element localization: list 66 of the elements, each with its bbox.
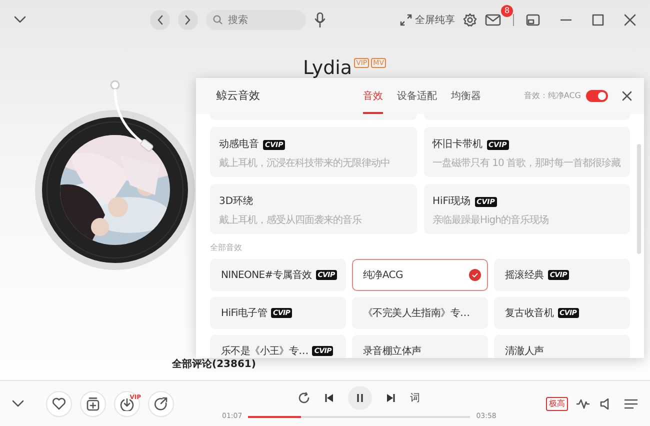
search-icon [213, 15, 223, 25]
share-button[interactable] [148, 390, 174, 416]
effect-name: NINEONE#专属音效 [221, 268, 312, 282]
add-icon [86, 396, 100, 410]
quality-button[interactable]: 极高 [546, 396, 568, 410]
panel-title: 鲸云音效 [216, 88, 260, 104]
effect-description: 一盘磁带只有 10 首歌，那时每一首都很珍藏 [432, 156, 621, 171]
expand-icon [400, 14, 412, 26]
effect-name: 录音棚立体声 [363, 344, 422, 358]
effect-name: 怀旧卡带机 [432, 138, 482, 152]
fullscreen-button[interactable]: 全屏纯享 [400, 12, 455, 28]
previous-button[interactable] [324, 393, 334, 404]
like-button[interactable] [46, 390, 72, 416]
comments-heading: 全部评论(23861) [172, 358, 256, 372]
heart-icon [52, 397, 66, 410]
effect-name: 清澈人声 [505, 344, 544, 358]
effect-description: 戴上耳机，感受从四面袭来的音乐 [219, 214, 362, 228]
effect-description: 戴上耳机，沉浸在科技带来的无限律动中 [219, 156, 391, 171]
tab[interactable]: 均衡器 [450, 78, 481, 114]
forward-button[interactable] [178, 10, 198, 30]
tab[interactable]: 设备适配 [396, 78, 437, 114]
collapse-button[interactable] [14, 16, 26, 24]
check-icon [469, 269, 481, 281]
effect-name: 动感电音 [219, 138, 259, 152]
repeat-button[interactable] [298, 392, 310, 404]
effect-card[interactable]: 3D环绕 戴上耳机，感受从四面袭来的音乐 [210, 184, 416, 234]
close-button[interactable] [624, 14, 636, 26]
effect-name: 摇滚经典 [505, 268, 544, 282]
playlist-button[interactable] [624, 398, 638, 410]
collapse-button[interactable] [12, 400, 24, 408]
effect-name: HiFi现场 [432, 195, 471, 209]
song-title: Lydia [303, 56, 352, 80]
sound-effect-button[interactable] [576, 398, 590, 410]
share-icon [154, 396, 168, 410]
mail-button[interactable] [485, 14, 501, 26]
add-to-playlist-button[interactable] [80, 390, 106, 416]
effect-name: 乐不是《小王》专… [221, 344, 308, 358]
effect-card[interactable]: 清澈人声 [494, 335, 630, 358]
settings-button[interactable] [463, 13, 477, 27]
close-button[interactable] [622, 91, 632, 101]
lyrics-button[interactable]: 词 [410, 390, 420, 406]
effect-description: 亲临最躁最High的音乐现场 [432, 214, 550, 228]
microphone-button[interactable] [314, 12, 326, 28]
pause-button[interactable] [348, 386, 372, 410]
pause-icon [357, 394, 364, 402]
effect-name: 《不完美人生指南》专… [363, 306, 470, 320]
search-field[interactable]: 搜索 [206, 10, 306, 30]
effect-toggle[interactable] [586, 90, 608, 102]
minimize-button[interactable] [560, 19, 572, 21]
effect-card[interactable]: 《不完美人生指南》专… [352, 297, 488, 329]
scrollbar[interactable] [637, 144, 641, 254]
effect-name: 纯净ACG [363, 268, 403, 282]
notification-badge: 8 [501, 5, 513, 17]
mini-player-button[interactable] [526, 14, 540, 26]
effect-card[interactable]: 录音棚立体声 [352, 335, 488, 358]
effect-card[interactable]: 纯净ACG [352, 259, 488, 291]
current-effect-label: 音效：纯净ACG [524, 90, 581, 102]
section-label: 全部音效 [210, 242, 243, 254]
effect-name: 3D环绕 [219, 194, 254, 209]
chevron-left-icon [157, 15, 163, 25]
chevron-right-icon [185, 15, 191, 25]
effect-name: HiFi电子管 [221, 306, 268, 320]
back-button[interactable] [150, 10, 170, 30]
next-button[interactable] [386, 393, 396, 404]
maximize-button[interactable] [592, 14, 604, 26]
effect-name: 复古收音机 [505, 306, 554, 320]
